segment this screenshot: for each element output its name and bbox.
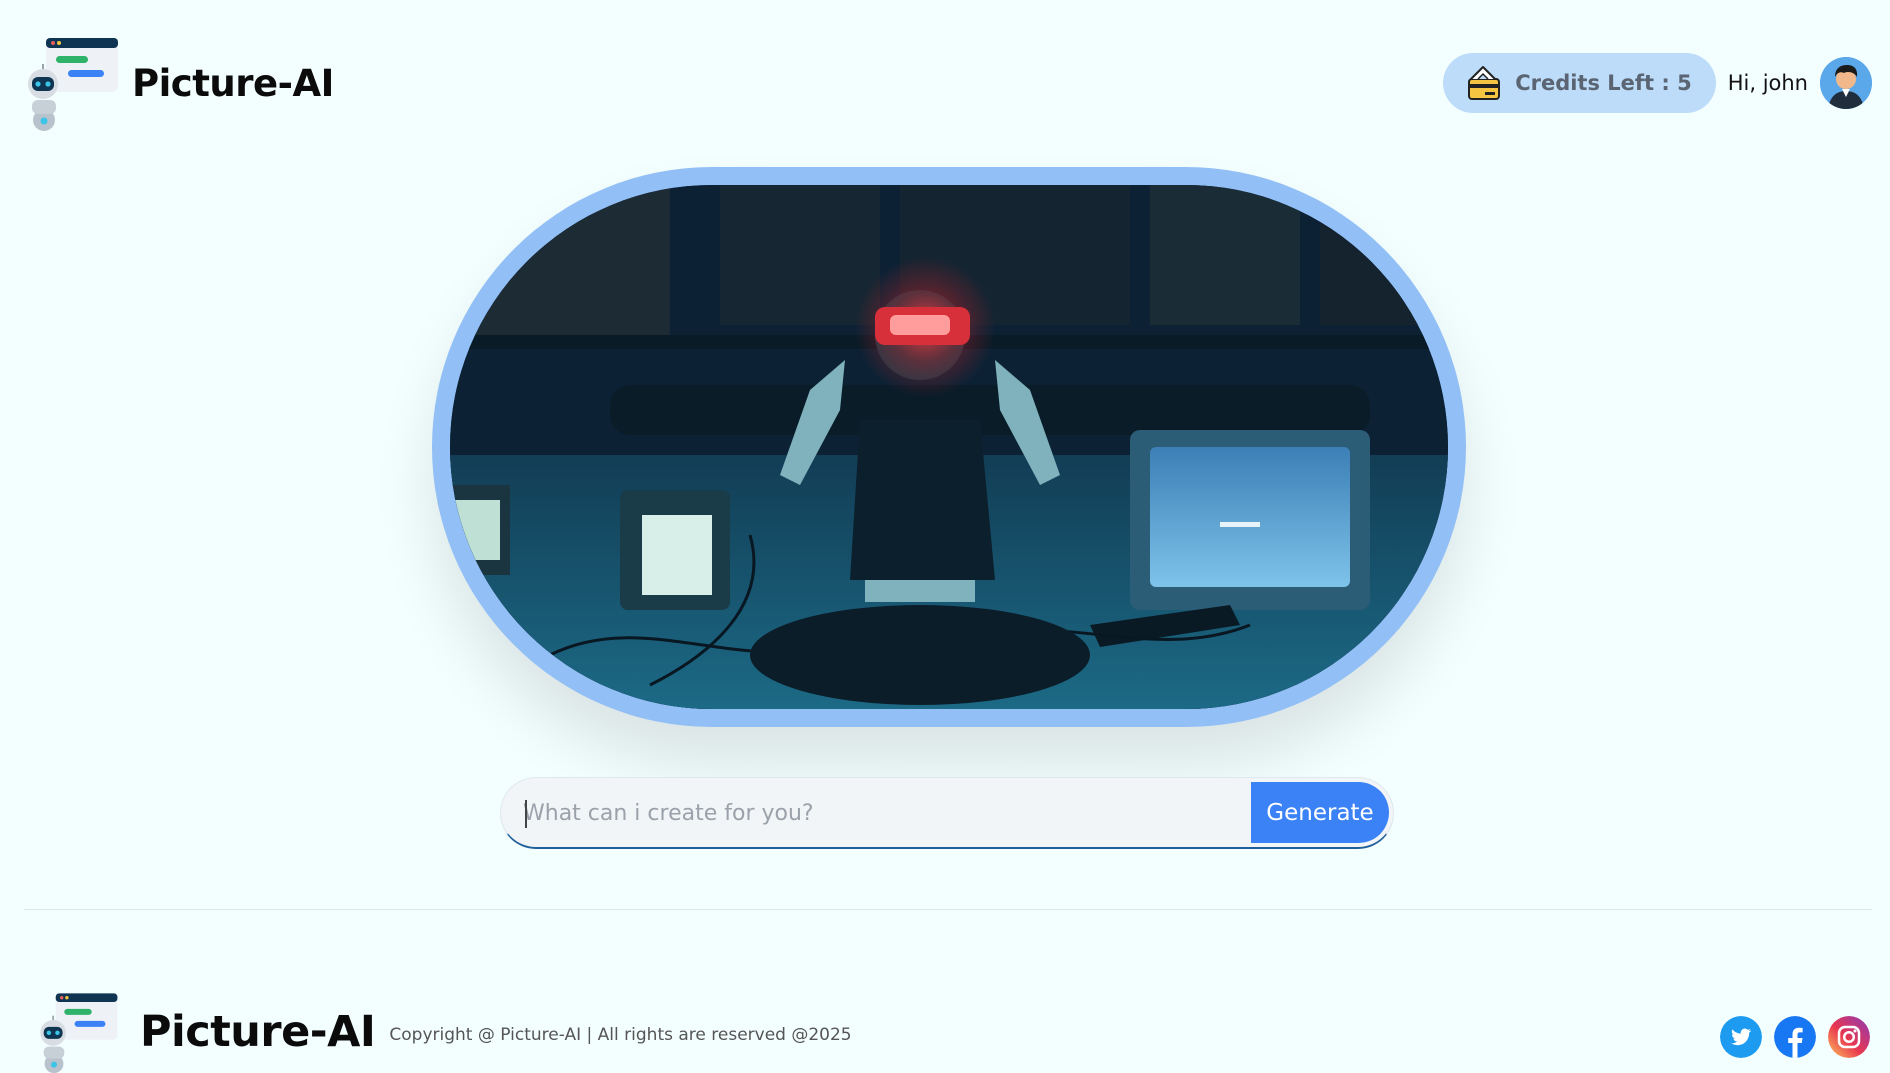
header: Picture-AI Credits Left : 5 Hi, john [0,0,1890,170]
credit-card-icon [1468,66,1501,100]
generate-button[interactable]: Generate [1251,782,1389,843]
vr-headset-person-photo [450,185,1448,709]
footer-brand: Picture-AI Copyright @ Picture-AI | All … [30,990,852,1073]
brand-name: Picture-AI [132,61,334,105]
credits-button[interactable]: Credits Left : 5 [1443,53,1716,113]
user-area: Credits Left : 5 Hi, john [1443,53,1872,113]
brand-logo[interactable]: Picture-AI [24,34,334,132]
greeting-text: Hi, john [1727,71,1808,95]
credits-label: Credits Left : 5 [1515,71,1692,95]
facebook-icon[interactable] [1774,1016,1816,1058]
robot-chat-icon [28,38,118,131]
footer-brand-name: Picture-AI [140,1007,376,1057]
user-avatar[interactable] [1820,57,1872,109]
social-links [1720,1016,1870,1058]
prompt-bar: Generate [500,777,1394,849]
prompt-input[interactable] [523,778,1243,847]
robot-chat-icon [40,993,118,1073]
hero-image [450,185,1448,709]
footer-divider [24,909,1872,910]
copyright-text: Copyright @ Picture-AI | All rights are … [389,1025,852,1045]
twitter-icon[interactable] [1720,1016,1762,1058]
hero-frame [432,167,1466,727]
text-caret [525,800,527,828]
instagram-icon[interactable] [1828,1016,1870,1058]
